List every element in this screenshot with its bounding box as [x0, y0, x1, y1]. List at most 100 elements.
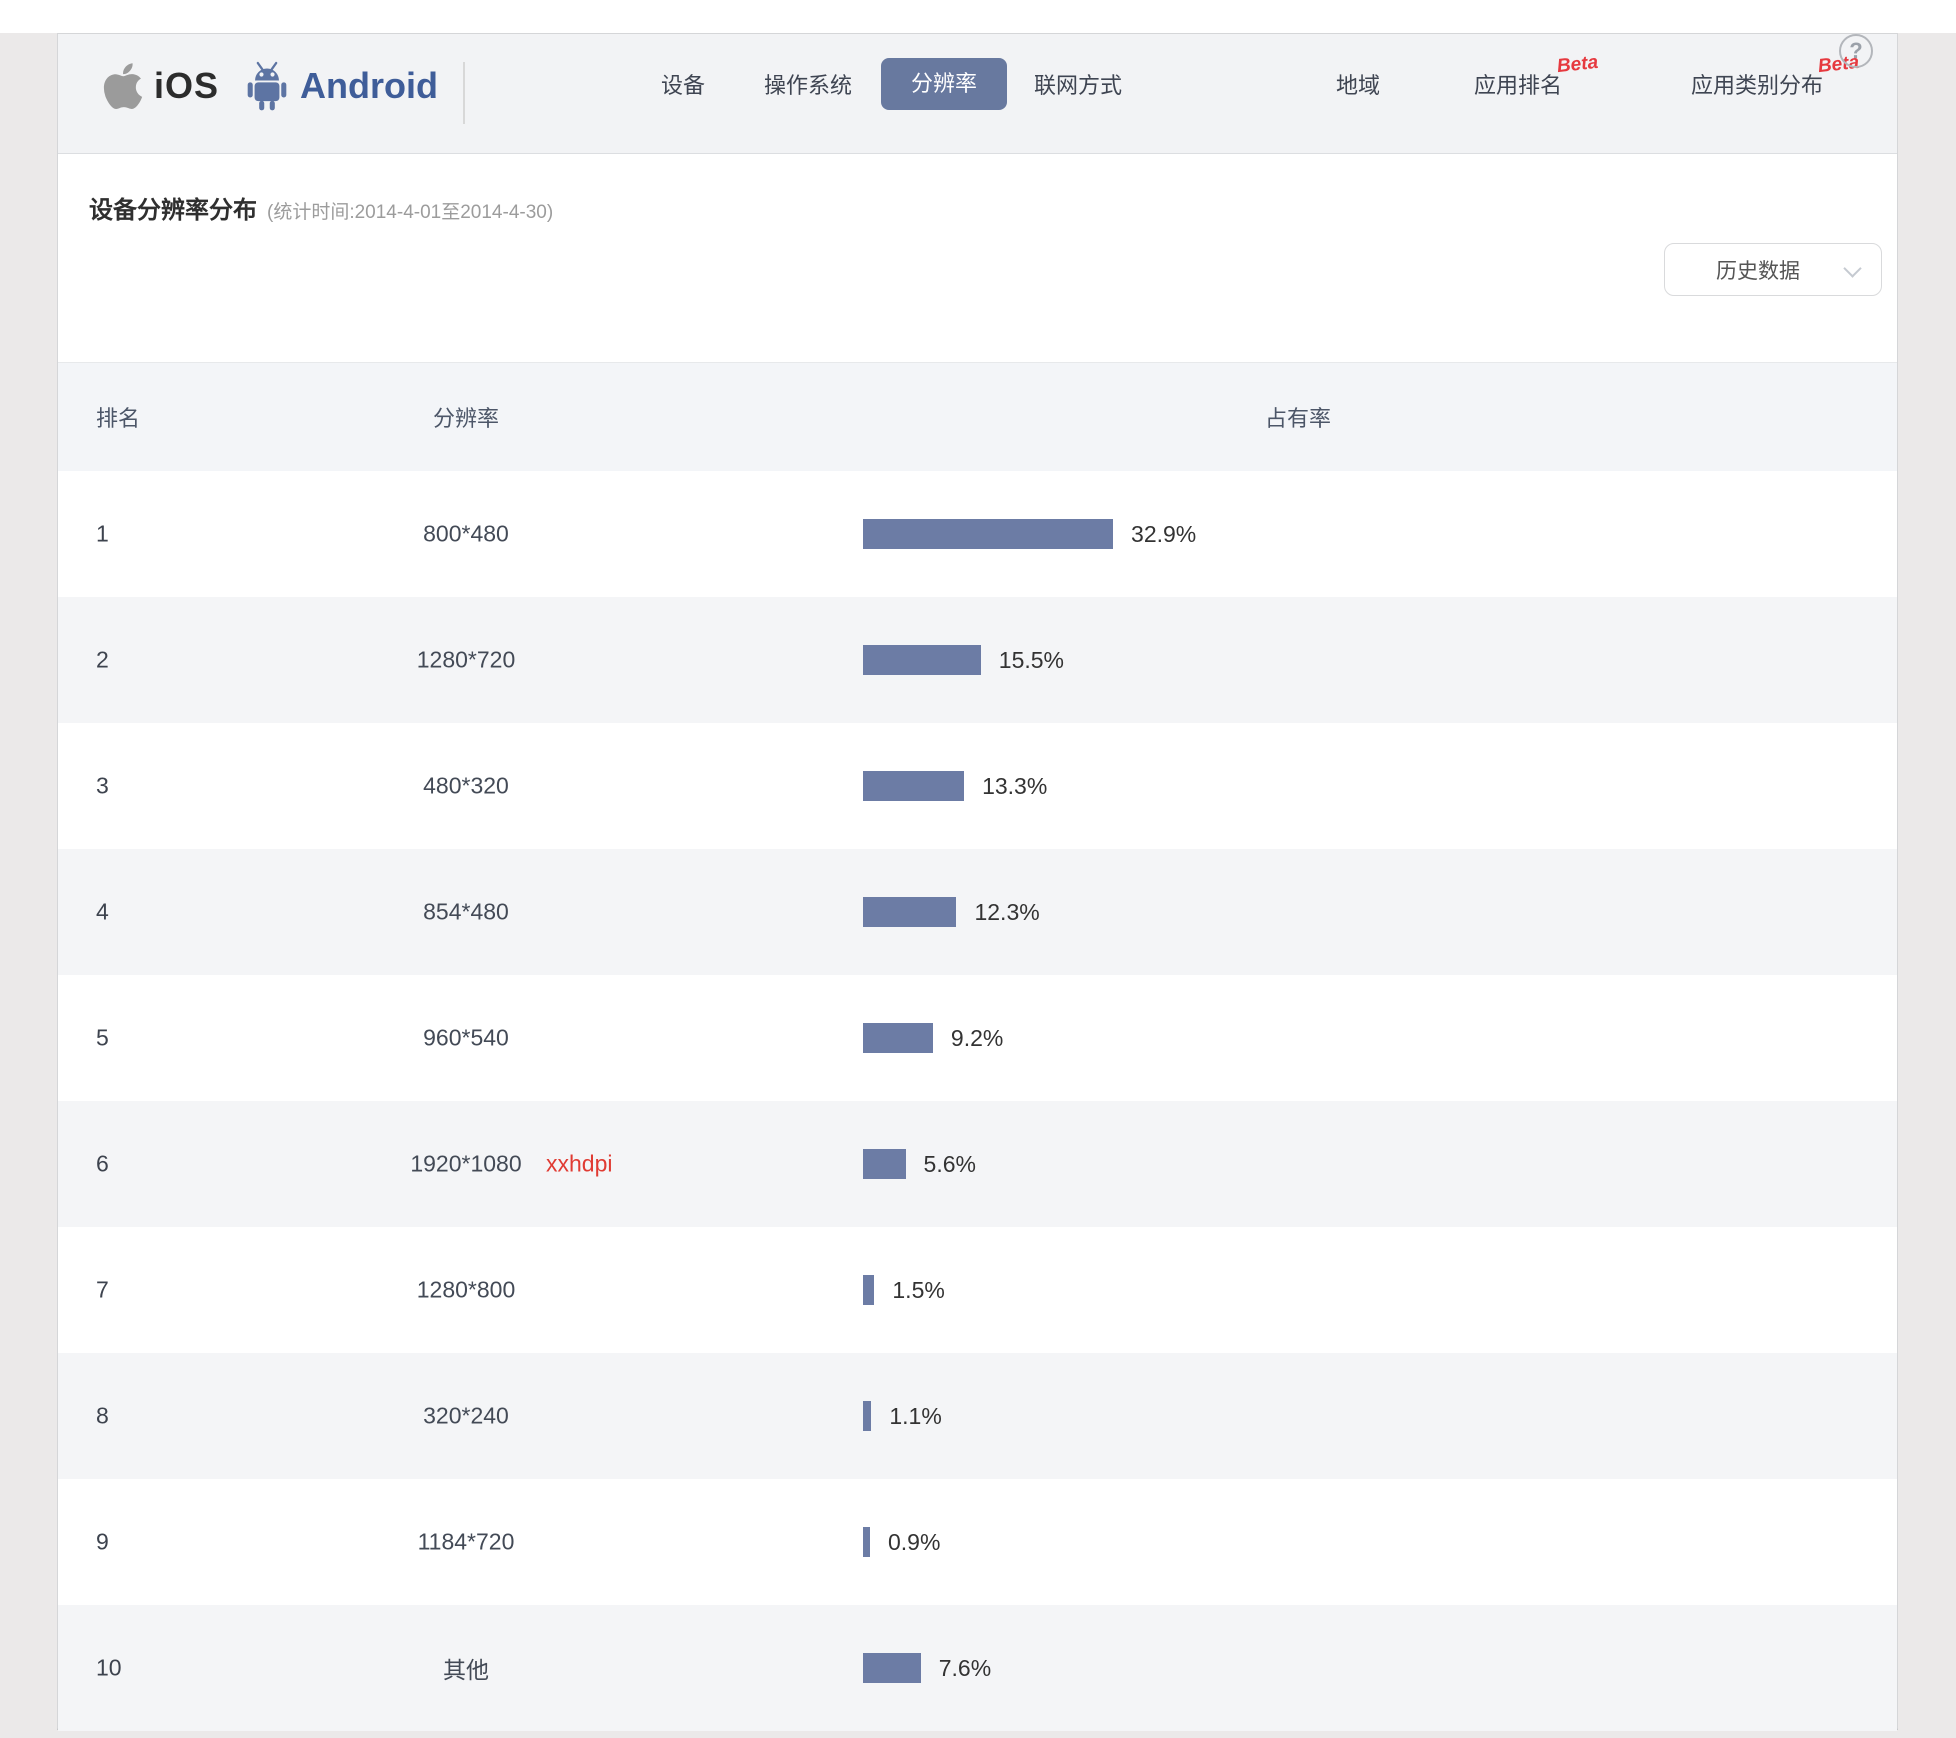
- share-bar-area: 32.9%: [863, 471, 1887, 597]
- share-value: 32.9%: [1131, 521, 1196, 548]
- tab-device[interactable]: 设备: [661, 68, 705, 100]
- resolution-cell: 320*240: [246, 1403, 686, 1430]
- share-bar-area: 0.9%: [863, 1479, 1887, 1605]
- share-value: 7.6%: [939, 1655, 991, 1682]
- dropdown-value: 历史数据: [1716, 255, 1800, 285]
- tab-app-category[interactable]: 应用类别分布Beta: [1691, 68, 1823, 100]
- chevron-down-icon: [1843, 259, 1861, 277]
- platform-toggle-ios[interactable]: iOS: [102, 60, 219, 112]
- help-icon[interactable]: ?: [1839, 34, 1873, 68]
- share-bar-area: 15.5%: [863, 597, 1887, 723]
- table-row: 7 1280*800 1.5%: [58, 1227, 1897, 1353]
- resolution-cell: 其他: [246, 1651, 686, 1685]
- resolution-cell: 1280*720: [246, 647, 686, 674]
- tab-network-label: 联网方式: [1034, 73, 1122, 98]
- share-value: 1.5%: [892, 1277, 944, 1304]
- rank-cell: 10: [96, 1655, 122, 1682]
- share-value: 9.2%: [951, 1025, 1003, 1052]
- share-bar: [863, 645, 981, 675]
- rank-cell: 2: [96, 647, 109, 674]
- table-row: 1 800*480 32.9%: [58, 471, 1897, 597]
- android-icon: [244, 60, 290, 112]
- resolution-cell: 1184*720: [246, 1529, 686, 1556]
- resolution-value: 320*240: [423, 1403, 509, 1429]
- share-value: 12.3%: [974, 899, 1039, 926]
- share-bar-area: 1.5%: [863, 1227, 1887, 1353]
- rank-cell: 4: [96, 899, 109, 926]
- share-bar: [863, 897, 956, 927]
- share-value: 13.3%: [982, 773, 1047, 800]
- table-row: 4 854*480 12.3%: [58, 849, 1897, 975]
- resolution-cell: 854*480: [246, 899, 686, 926]
- resolution-value: 480*320: [423, 773, 509, 799]
- resolution-cell: 480*320: [246, 773, 686, 800]
- share-value: 0.9%: [888, 1529, 940, 1556]
- report-header: 设备分辨率分布 (统计时间:2014-4-01至2014-4-30) 历史数据: [58, 154, 1897, 363]
- tab-app-ranking-label: 应用排名: [1474, 73, 1562, 98]
- resolution-cell: 1920*1080 xxhdpi: [246, 1151, 686, 1178]
- tab-resolution-label: 分辨率: [911, 71, 977, 96]
- table-row: 5 960*540 9.2%: [58, 975, 1897, 1101]
- share-value: 5.6%: [924, 1151, 976, 1178]
- header-rank: 排名: [96, 401, 140, 433]
- resolution-value: 其他: [443, 1657, 489, 1683]
- tab-resolution[interactable]: 分辨率: [881, 58, 1007, 110]
- resolution-cell: 800*480: [246, 521, 686, 548]
- tab-app-ranking[interactable]: 应用排名Beta: [1474, 68, 1562, 100]
- rank-cell: 5: [96, 1025, 109, 1052]
- tab-region[interactable]: 地域: [1336, 68, 1380, 100]
- share-bar: [863, 1275, 874, 1305]
- rank-cell: 1: [96, 521, 109, 548]
- tab-network[interactable]: 联网方式: [1034, 68, 1122, 100]
- ios-label: iOS: [154, 65, 219, 107]
- table-header-row: 排名 分辨率 占有率: [58, 363, 1897, 471]
- resolution-cell: 960*540: [246, 1025, 686, 1052]
- share-bar: [863, 1023, 933, 1053]
- date-range: (统计时间:2014-4-01至2014-4-30): [267, 202, 553, 223]
- tab-region-label: 地域: [1336, 73, 1380, 98]
- share-bar-area: 7.6%: [863, 1605, 1887, 1731]
- platform-toggle-android[interactable]: Android: [244, 60, 438, 112]
- beta-badge: Beta: [1556, 52, 1599, 78]
- share-bar: [863, 1149, 906, 1179]
- share-value: 15.5%: [999, 647, 1064, 674]
- page-title: 设备分辨率分布: [89, 197, 257, 224]
- table-row: 91184*7200.9%: [58, 1479, 1897, 1605]
- resolution-cell: 1280*800: [246, 1277, 686, 1304]
- divider: [463, 62, 465, 124]
- share-bar-area: 9.2%: [863, 975, 1887, 1101]
- rank-cell: 8: [96, 1403, 109, 1430]
- header-share: 占有率: [1198, 401, 1398, 433]
- resolution-value: 1184*720: [418, 1529, 515, 1555]
- header-resolution: 分辨率: [246, 401, 686, 433]
- resolution-value: 800*480: [423, 521, 509, 547]
- table-body: 1800*48032.9%21280*72015.5%3480*32013.3%…: [58, 471, 1897, 1731]
- share-bar-area: 1.1%: [863, 1353, 1887, 1479]
- resolution-value: 1280*800: [417, 1277, 516, 1303]
- resolution-value: 854*480: [423, 899, 509, 925]
- rank-cell: 7: [96, 1277, 109, 1304]
- dpi-annotation: xxhdpi: [546, 1151, 612, 1178]
- resolution-table: 排名 分辨率 占有率 1800*48032.9%21280*72015.5%34…: [58, 363, 1897, 1731]
- resolution-value: 1920*1080: [410, 1151, 521, 1177]
- share-value: 1.1%: [889, 1403, 941, 1430]
- share-bar: [863, 771, 964, 801]
- history-data-dropdown[interactable]: 历史数据: [1664, 243, 1882, 296]
- resolution-value: 1280*720: [417, 647, 516, 673]
- table-row: 8 320*240 1.1%: [58, 1353, 1897, 1479]
- share-bar-area: 12.3%: [863, 849, 1887, 975]
- tab-os[interactable]: 操作系统: [764, 68, 852, 100]
- table-row: 10 其他 7.6%: [58, 1605, 1897, 1731]
- analytics-panel: iOS: [57, 33, 1898, 1730]
- tab-os-label: 操作系统: [764, 73, 852, 98]
- apple-icon: [102, 60, 144, 112]
- share-bar-area: 13.3%: [863, 723, 1887, 849]
- tab-app-category-label: 应用类别分布: [1691, 73, 1823, 98]
- share-bar: [863, 1527, 870, 1557]
- rank-cell: 6: [96, 1151, 109, 1178]
- share-bar-area: 5.6%: [863, 1101, 1887, 1227]
- table-row: 6 1920*1080 xxhdpi 5.6%: [58, 1101, 1897, 1227]
- android-label: Android: [300, 65, 438, 107]
- top-navigation-bar: iOS: [58, 34, 1897, 154]
- share-bar: [863, 1401, 871, 1431]
